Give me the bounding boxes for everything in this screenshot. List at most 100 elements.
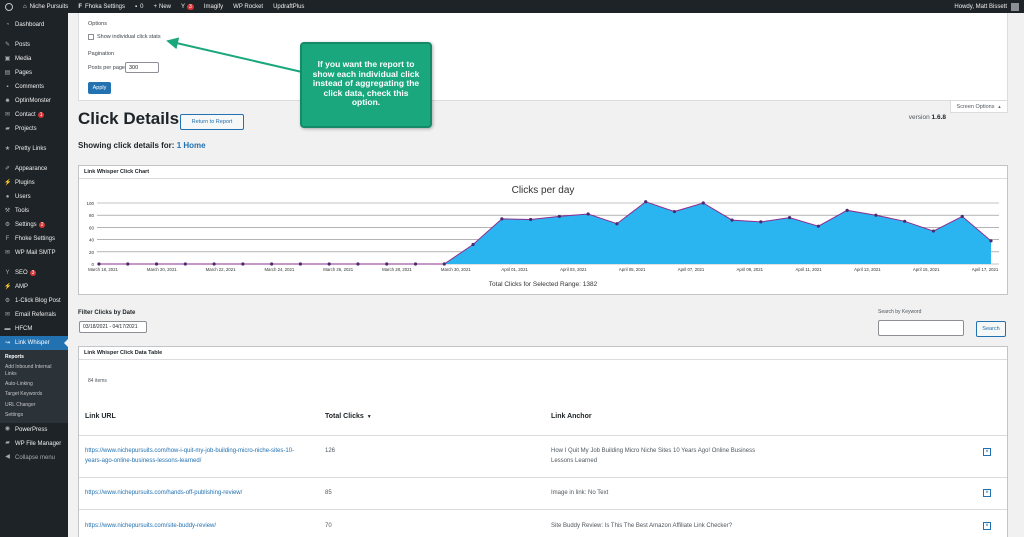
page-title: Click Details [78, 109, 180, 128]
date-range-input[interactable]: 03/18/2021 - 04/17/2021 [79, 321, 147, 333]
row-url-link[interactable]: https://www.nichepursuits.com/how-i-quit… [85, 446, 305, 466]
delete-icon[interactable]: × [983, 522, 991, 530]
wordpress-logo-icon[interactable] [0, 0, 18, 13]
x-tick-label: March 20, 2021 [147, 267, 177, 272]
new-content-link[interactable]: + New [149, 0, 177, 13]
submenu-auto-linking[interactable]: Auto-Linking [0, 379, 68, 390]
row-anchor: How I Quit My Job Building Micro Niche S… [551, 448, 756, 464]
sidebar-item-hfcm[interactable]: ▬ HFCM [0, 322, 68, 336]
sidebar-item-media[interactable]: ▣ Media [0, 52, 68, 66]
sort-down-icon: ▼ [366, 414, 372, 420]
data-point [615, 222, 619, 226]
site-name-link[interactable]: ⌂ Niche Pursuits [18, 0, 73, 13]
sidebar-item-pages[interactable]: ▤ Pages [0, 66, 68, 80]
sidebar-item-posts[interactable]: ✎ Posts [0, 38, 68, 52]
row-url-link[interactable]: https://www.nichepursuits.com/site-buddy… [85, 521, 305, 531]
link-icon: ★ [4, 145, 11, 152]
data-point [212, 262, 216, 266]
row-url-link[interactable]: https://www.nichepursuits.com/hands-off-… [85, 488, 305, 498]
media-icon: ▣ [4, 55, 11, 62]
collapse-icon: ◀ [5, 454, 10, 460]
plugin-icon: ⚡ [4, 179, 12, 186]
file-icon: ▰ [5, 440, 10, 446]
click-chart-panel: Link Whisper Click Chart Clicks per day 0… [78, 165, 1008, 295]
sidebar-item-dashboard[interactable]: ◔ Dashboard [0, 18, 68, 32]
column-link-anchor[interactable]: Link Anchor [551, 413, 592, 420]
submenu-url-changer[interactable]: URL Changer [0, 400, 68, 411]
my-account-link[interactable]: Howdy, Matt Bissett [949, 0, 1024, 13]
imagify-link[interactable]: Imagify [199, 0, 228, 13]
show-individual-clicks-checkbox[interactable] [88, 34, 94, 40]
plus-icon: + [153, 3, 158, 10]
updraftplus-link[interactable]: UpdraftPlus [268, 0, 309, 13]
data-point [241, 262, 245, 266]
data-point [327, 262, 331, 266]
sidebar-item-tools[interactable]: ⚒ Tools [0, 204, 68, 218]
sidebar-item-projects[interactable]: ▰ Projects [0, 122, 68, 136]
apply-button[interactable]: Apply [88, 82, 111, 94]
search-button[interactable]: Search [976, 321, 1006, 337]
sidebar-item-pretty-links[interactable]: ★ Pretty Links [0, 142, 68, 156]
screen-options-toggle[interactable]: Screen Options ▲ [950, 101, 1008, 113]
sidebar-item-optinmonster[interactable]: ☻ OptinMonster [0, 94, 68, 108]
total-clicks-label: Total Clicks for Selected Range: 1382 [489, 281, 598, 288]
submenu-target-keywords[interactable]: Target Keywords [0, 389, 68, 400]
sidebar-item-fhoke-settings[interactable]: F Fhoke Settings [0, 232, 68, 246]
data-point [730, 218, 734, 222]
showing-details-link[interactable]: 1 Home [177, 141, 206, 150]
sidebar-item-contact[interactable]: ✉ Contact 1 [0, 108, 68, 122]
return-to-report-button[interactable]: Return to Report [180, 114, 244, 130]
row-clicks: 85 [325, 490, 332, 496]
wp-rocket-link[interactable]: WP Rocket [228, 0, 268, 13]
submenu-settings[interactable]: Settings [0, 410, 68, 421]
pagination-heading: Pagination [88, 51, 114, 57]
area-fill [99, 201, 991, 264]
yoast-link[interactable]: Y3 [176, 0, 199, 13]
f-icon: F [5, 235, 10, 242]
collapse-menu-button[interactable]: ◀ Collapse menu [0, 451, 68, 465]
x-tick-label: March 24, 2021 [264, 267, 294, 272]
x-tick-label: April 17, 2021 [972, 267, 999, 272]
search-keyword-input[interactable] [878, 320, 964, 336]
x-tick-label: April 03, 2021 [560, 267, 587, 272]
sidebar-item-seo[interactable]: Y SEO 3 [0, 266, 68, 280]
admin-sidebar: ◔ Dashboard ✎ Posts ▣ Media ▤ Pages ▪ Comment… [0, 13, 68, 537]
submenu-reports[interactable]: Reports [0, 352, 68, 363]
data-point [586, 212, 590, 216]
delete-icon[interactable]: × [983, 489, 991, 497]
posts-per-page-input[interactable]: 300 [125, 62, 159, 73]
fhoka-settings-link[interactable]: F Fhoka Settings [73, 0, 130, 13]
delete-icon[interactable]: × [983, 448, 991, 456]
column-link-url[interactable]: Link URL [85, 413, 116, 420]
sidebar-item-users[interactable]: ● Users [0, 190, 68, 204]
x-tick-label: March 28, 2021 [382, 267, 412, 272]
dashboard-icon: ◔ [5, 21, 10, 28]
table-row: https://www.nichepursuits.com/site-buddy… [79, 509, 1007, 537]
amp-icon: ⚡ [4, 283, 12, 290]
sidebar-item-amp[interactable]: ⚡ AMP [0, 280, 68, 294]
sidebar-item-settings[interactable]: ⚙ Settings 2 [0, 218, 68, 232]
data-point [154, 262, 159, 266]
data-point [759, 220, 763, 224]
data-point [845, 208, 849, 212]
data-point [183, 262, 187, 266]
sidebar-item-wp-file-manager[interactable]: ▰ WP File Manager [0, 437, 68, 451]
column-total-clicks[interactable]: Total Clicks ▼ [325, 413, 372, 420]
row-clicks: 126 [325, 448, 336, 454]
sidebar-item-powerpress[interactable]: ◉ PowerPress [0, 423, 68, 437]
sidebar-item-plugins[interactable]: ⚡ Plugins [0, 176, 68, 190]
click-chart-heading: Link Whisper Click Chart [79, 166, 1007, 179]
sidebar-item-appearance[interactable]: ✐ Appearance [0, 162, 68, 176]
data-point [97, 262, 101, 266]
click-data-table-heading: Link Whisper Click Data Table [79, 347, 1007, 360]
table-row: https://www.nichepursuits.com/how-i-quit… [79, 435, 1007, 477]
settings-icon: ⚙ [4, 221, 11, 228]
comments-link[interactable]: ▪ 0 [130, 0, 148, 13]
submenu-add-inbound-links[interactable]: Add Inbound Internal Links [0, 363, 68, 379]
sidebar-item-email-referrals[interactable]: ✉ Email Referrals [0, 308, 68, 322]
sidebar-item-link-whisper[interactable]: ↝ Link Whisper [0, 336, 68, 350]
data-point [701, 201, 705, 205]
sidebar-item-wp-mail-smtp[interactable]: ✉ WP Mail SMTP [0, 246, 68, 260]
sidebar-item-comments[interactable]: ▪ Comments [0, 80, 68, 94]
sidebar-item-1-click-blog-post[interactable]: ⚙ 1-Click Blog Post [0, 294, 68, 308]
